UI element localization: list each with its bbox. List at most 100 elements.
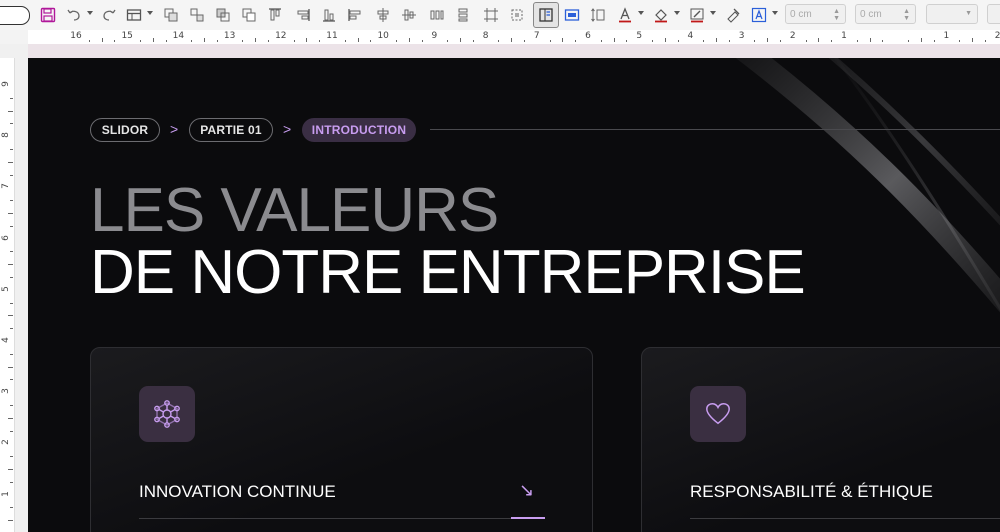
slide-title-line2[interactable]: DE NOTRE ENTREPRISE [90, 240, 806, 306]
ruler-tick [652, 40, 653, 42]
card-divider-accent [511, 517, 545, 519]
undo-icon[interactable] [63, 4, 85, 26]
distribute-v-icon[interactable] [452, 4, 474, 26]
ruler-tick [396, 40, 397, 42]
ruler-tick [10, 430, 13, 432]
table-icon[interactable] [123, 4, 145, 26]
ruler-label: 3 [738, 31, 745, 41]
border-color-icon[interactable] [686, 4, 708, 26]
ruler-tick [600, 40, 602, 42]
slide-title-line1[interactable]: LES VALEURS [90, 178, 499, 244]
bring-front-icon[interactable] [212, 4, 234, 26]
card-icon-box [139, 386, 195, 442]
breadcrumb-item-partie[interactable]: PARTIE 01 [189, 118, 273, 142]
ruler-label: 2 [789, 31, 796, 41]
ruler-tick [10, 302, 13, 304]
text-style-dropdown-icon[interactable] [772, 11, 778, 15]
ruler-tick [370, 40, 372, 42]
ruler-tick [524, 40, 525, 42]
text-style-icon[interactable] [748, 4, 770, 26]
value-card-innovation[interactable]: INNOVATION CONTINUE ↘ [90, 347, 593, 532]
card-title: INNOVATION CONTINUE [139, 482, 336, 501]
card-divider [139, 518, 545, 519]
extra-field[interactable] [987, 4, 1000, 24]
width-field[interactable]: 0 cm ▲ ▼ [785, 4, 846, 24]
ruler-tick [831, 40, 833, 42]
ruler-tick [818, 38, 820, 42]
ruler-tick [191, 40, 193, 42]
breadcrumb-item-slidor[interactable]: SLIDOR [90, 118, 160, 142]
select-icon[interactable] [506, 4, 528, 26]
ruler-tick [575, 40, 577, 42]
page-margin-strip [28, 44, 1000, 58]
ruler-label: 11 [326, 31, 338, 41]
ruler-tick [498, 40, 500, 42]
frame-icon[interactable] [561, 4, 583, 26]
ruler-tick [716, 38, 717, 42]
redo-icon[interactable] [98, 4, 120, 26]
group-icon[interactable] [160, 4, 182, 26]
ruler-track [0, 58, 15, 532]
ruler-tick [959, 40, 961, 42]
ruler-tick [216, 40, 218, 42]
toolbar: 0 cm ▲ ▼ 0 cm ▲ ▼ ▼ [0, 0, 1000, 30]
align-left-icon[interactable] [344, 4, 366, 26]
spin-arrows-icon[interactable]: ▲ ▼ [903, 8, 910, 22]
send-back-icon[interactable] [238, 4, 260, 26]
ruler-label: 4 [687, 31, 694, 41]
format-paint-icon[interactable] [722, 4, 744, 26]
ruler-tick [10, 277, 13, 278]
crop-icon[interactable] [480, 4, 502, 26]
ruler-label: 1 [0, 490, 11, 497]
ruler-tick [10, 149, 13, 150]
value-card-responsabilite[interactable]: RESPONSABILITÉ & ÉTHIQUE [641, 347, 1000, 532]
ruler-label: 5 [0, 285, 11, 292]
font-color-dropdown-icon[interactable] [638, 11, 644, 15]
align-center-v-icon[interactable] [398, 4, 420, 26]
fill-color-dropdown-icon[interactable] [674, 11, 680, 15]
slide-canvas[interactable]: SLIDOR > PARTIE 01 > INTRODUCTION LES VA… [28, 58, 1000, 532]
height-field[interactable]: 0 cm ▲ ▼ [855, 4, 916, 24]
ungroup-icon[interactable] [186, 4, 208, 26]
distribute-h-icon[interactable] [426, 4, 448, 26]
breadcrumb-label: SLIDOR [101, 123, 149, 137]
table-dropdown-icon[interactable] [147, 11, 153, 15]
font-color-icon[interactable] [614, 4, 636, 26]
toggle-switch[interactable] [0, 6, 30, 25]
spin-arrows-icon[interactable]: ▲ ▼ [833, 8, 840, 22]
fill-color-icon[interactable] [650, 4, 672, 26]
horizontal-ruler[interactable]: 16 15 14 13 12 11 10 9 8 7 6 5 4 3 2 1 1 2 [0, 30, 1000, 45]
undo-dropdown-icon[interactable] [87, 11, 93, 15]
align-right-icon[interactable] [292, 4, 314, 26]
ruler-tick [460, 38, 461, 42]
ruler-tick [767, 38, 769, 42]
ruler-tick [8, 366, 13, 368]
ruler-tick [447, 40, 449, 42]
font-size-select[interactable]: ▼ [926, 4, 978, 24]
ruler-tick [984, 40, 986, 42]
ruler-tick [88, 40, 90, 42]
ruler-tick [10, 97, 13, 99]
ruler-tick [908, 40, 909, 42]
chevron-down-icon[interactable]: ▼ [965, 10, 972, 17]
textbox-icon[interactable] [533, 2, 559, 28]
save-icon[interactable] [37, 4, 59, 26]
align-center-h-icon[interactable] [372, 4, 394, 26]
ruler-label: 10 [377, 31, 389, 41]
ruler-tick [204, 38, 205, 42]
ruler-label: 14 [172, 31, 185, 41]
ruler-tick [8, 520, 13, 522]
ruler-label: 15 [121, 31, 133, 41]
line-height-icon[interactable] [587, 4, 609, 26]
align-top-icon[interactable] [264, 4, 286, 26]
ruler-label: 7 [0, 183, 11, 190]
ruler-tick [511, 38, 513, 42]
breadcrumb-item-introduction[interactable]: INTRODUCTION [302, 118, 416, 142]
ruler-tick [562, 38, 564, 42]
vertical-ruler[interactable]: 9 8 7 6 5 4 3 2 1 [0, 44, 28, 532]
border-dropdown-icon[interactable] [710, 11, 716, 15]
align-bottom-icon[interactable] [318, 4, 340, 26]
ruler-tick [10, 225, 13, 227]
ruler-tick [255, 38, 257, 42]
arrow-down-right-icon[interactable]: ↘ [519, 480, 534, 501]
